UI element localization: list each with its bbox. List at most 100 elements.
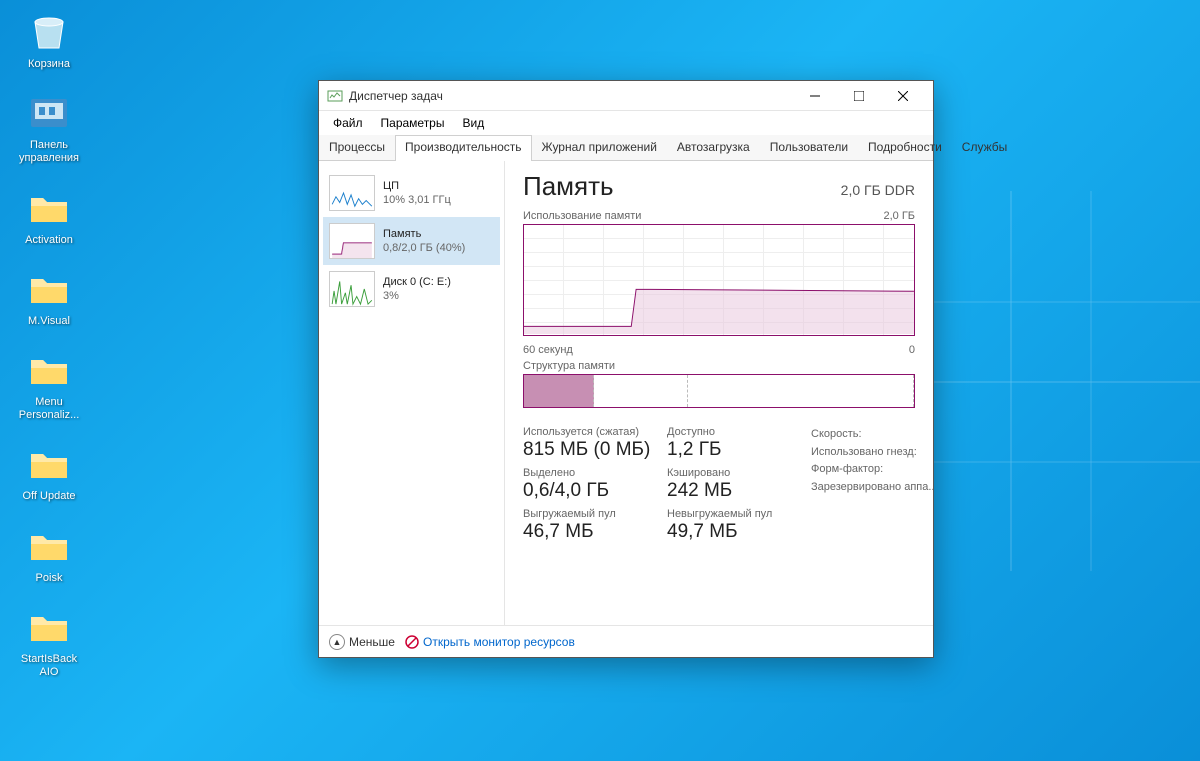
tab[interactable]: Производительность: [395, 135, 531, 161]
app-icon: [327, 88, 343, 104]
performance-main: Память 2,0 ГБ DDR Использование памяти 2…: [505, 161, 933, 625]
stat-label: Невыгружаемый пул: [667, 508, 797, 520]
spec-label: Форм-фактор:: [811, 461, 933, 479]
desktop-icon-label: Activation: [25, 234, 73, 247]
sidebar-item-sub: 10% 3,01 ГГц: [383, 193, 451, 207]
usage-label: Использование памяти: [523, 210, 641, 222]
stat-value: 815 МБ (0 МБ): [523, 439, 653, 461]
seg-in-use: [524, 375, 594, 407]
stat-block: Используется (сжатая)815 МБ (0 МБ): [523, 426, 653, 461]
stat-value: 0,6/4,0 ГБ: [523, 480, 653, 502]
tab[interactable]: Процессы: [319, 135, 395, 160]
folder-icon: [25, 184, 73, 232]
footer: ▲ Меньше Открыть монитор ресурсов: [319, 625, 933, 657]
maximize-button[interactable]: [837, 81, 881, 111]
sidebar-item-title: Память: [383, 227, 465, 241]
tab-strip: ПроцессыПроизводительностьЖурнал приложе…: [319, 135, 933, 161]
desktop-icon[interactable]: Панель управления: [12, 89, 86, 165]
stat-label: Кэшировано: [667, 467, 797, 479]
resmon-label: Открыть монитор ресурсов: [423, 635, 575, 649]
stat-block: Выделено0,6/4,0 ГБ: [523, 467, 653, 502]
stat-label: Используется (сжатая): [523, 426, 653, 438]
sidebar-thumb: [329, 175, 375, 211]
open-resource-monitor-link[interactable]: Открыть монитор ресурсов: [405, 635, 575, 649]
sidebar-item[interactable]: Диск 0 (C: E:)3%: [323, 265, 500, 313]
menu-item[interactable]: Файл: [325, 114, 371, 132]
stat-block: Доступно1,2 ГБ: [667, 426, 797, 461]
minimize-icon: [810, 91, 820, 101]
spec-label: Зарезервировано аппа...: [811, 479, 933, 497]
desktop-icon[interactable]: StartIsBack AIO: [12, 603, 86, 679]
desktop-icon-label: Menu Personaliz...: [12, 396, 86, 422]
stat-value: 46,7 МБ: [523, 521, 653, 543]
memory-composition: [523, 374, 915, 408]
sidebar-thumb: [329, 223, 375, 259]
struct-label: Структура памяти: [523, 360, 615, 372]
desktop-icon[interactable]: Poisk: [12, 522, 86, 585]
control-icon: [25, 89, 73, 137]
menu-item[interactable]: Параметры: [373, 114, 453, 132]
folder-icon: [25, 265, 73, 313]
desktop-icon-label: Poisk: [36, 572, 63, 585]
menubar: ФайлПараметрыВид: [319, 111, 933, 135]
window-title: Диспетчер задач: [349, 89, 793, 103]
page-title: Память: [523, 171, 614, 202]
fewer-label: Меньше: [349, 635, 395, 649]
menu-item[interactable]: Вид: [454, 114, 492, 132]
desktop-icon[interactable]: Menu Personaliz...: [12, 346, 86, 422]
spec-label: Использовано гнезд:: [811, 444, 933, 462]
desktop-icon[interactable]: Off Update: [12, 440, 86, 503]
stat-value: 242 МБ: [667, 480, 797, 502]
desktop-icon-label: Off Update: [23, 490, 76, 503]
desktop-icon-label: M.Visual: [28, 315, 70, 328]
seg-free: [688, 375, 914, 407]
sidebar-item[interactable]: Память0,8/2,0 ГБ (40%): [323, 217, 500, 265]
desktop-icon-label: StartIsBack AIO: [12, 653, 86, 679]
stat-label: Выделено: [523, 467, 653, 479]
folder-icon: [25, 346, 73, 394]
spec-label: Скорость:: [811, 426, 933, 444]
tab[interactable]: Журнал приложений: [532, 135, 667, 160]
resmon-icon: [405, 635, 419, 649]
titlebar[interactable]: Диспетчер задач: [319, 81, 933, 111]
close-button[interactable]: [881, 81, 925, 111]
tab[interactable]: Пользователи: [760, 135, 858, 160]
tab[interactable]: Подробности: [858, 135, 952, 160]
minimize-button[interactable]: [793, 81, 837, 111]
fewer-details-button[interactable]: ▲ Меньше: [329, 634, 395, 650]
desktop-icon[interactable]: Activation: [12, 184, 86, 247]
sidebar-item[interactable]: ЦП10% 3,01 ГГц: [323, 169, 500, 217]
memory-stats: Используется (сжатая)815 МБ (0 МБ) Доступ…: [523, 426, 915, 543]
spec-labels: Скорость:Использовано гнезд:Форм-фактор:…: [811, 426, 933, 543]
desktop-icons: Корзина Панель управления Activation M.Visu…: [12, 8, 86, 679]
tab[interactable]: Автозагрузка: [667, 135, 760, 160]
desktop: Корзина Панель управления Activation M.Visu…: [0, 0, 1200, 761]
desktop-icon-label: Корзина: [28, 58, 70, 71]
desktop-icon[interactable]: Корзина: [12, 8, 86, 71]
sidebar-thumb: [329, 271, 375, 307]
time-left: 60 секунд: [523, 344, 573, 356]
sidebar-item-title: ЦП: [383, 179, 451, 193]
sidebar-item-sub: 0,8/2,0 ГБ (40%): [383, 241, 465, 255]
seg-modified: [594, 375, 688, 407]
memory-total: 2,0 ГБ DDR: [841, 182, 915, 198]
performance-sidebar: ЦП10% 3,01 ГГцПамять0,8/2,0 ГБ (40%)Диск…: [319, 161, 505, 625]
close-icon: [898, 91, 908, 101]
recycle-icon: [25, 8, 73, 56]
folder-icon: [25, 603, 73, 651]
stat-label: Доступно: [667, 426, 797, 438]
desktop-icon[interactable]: M.Visual: [12, 265, 86, 328]
stat-value: 1,2 ГБ: [667, 439, 797, 461]
stat-block: Выгружаемый пул46,7 МБ: [523, 508, 653, 543]
maximize-icon: [854, 91, 864, 101]
tab[interactable]: Службы: [952, 135, 1017, 160]
usage-max: 2,0 ГБ: [883, 210, 915, 222]
stat-block: Невыгружаемый пул49,7 МБ: [667, 508, 797, 543]
desktop-icon-label: Панель управления: [12, 139, 86, 165]
memory-usage-chart: [523, 224, 915, 336]
folder-icon: [25, 440, 73, 488]
stat-value: 49,7 МБ: [667, 521, 797, 543]
folder-icon: [25, 522, 73, 570]
sidebar-item-title: Диск 0 (C: E:): [383, 275, 451, 289]
time-right: 0: [909, 344, 915, 356]
